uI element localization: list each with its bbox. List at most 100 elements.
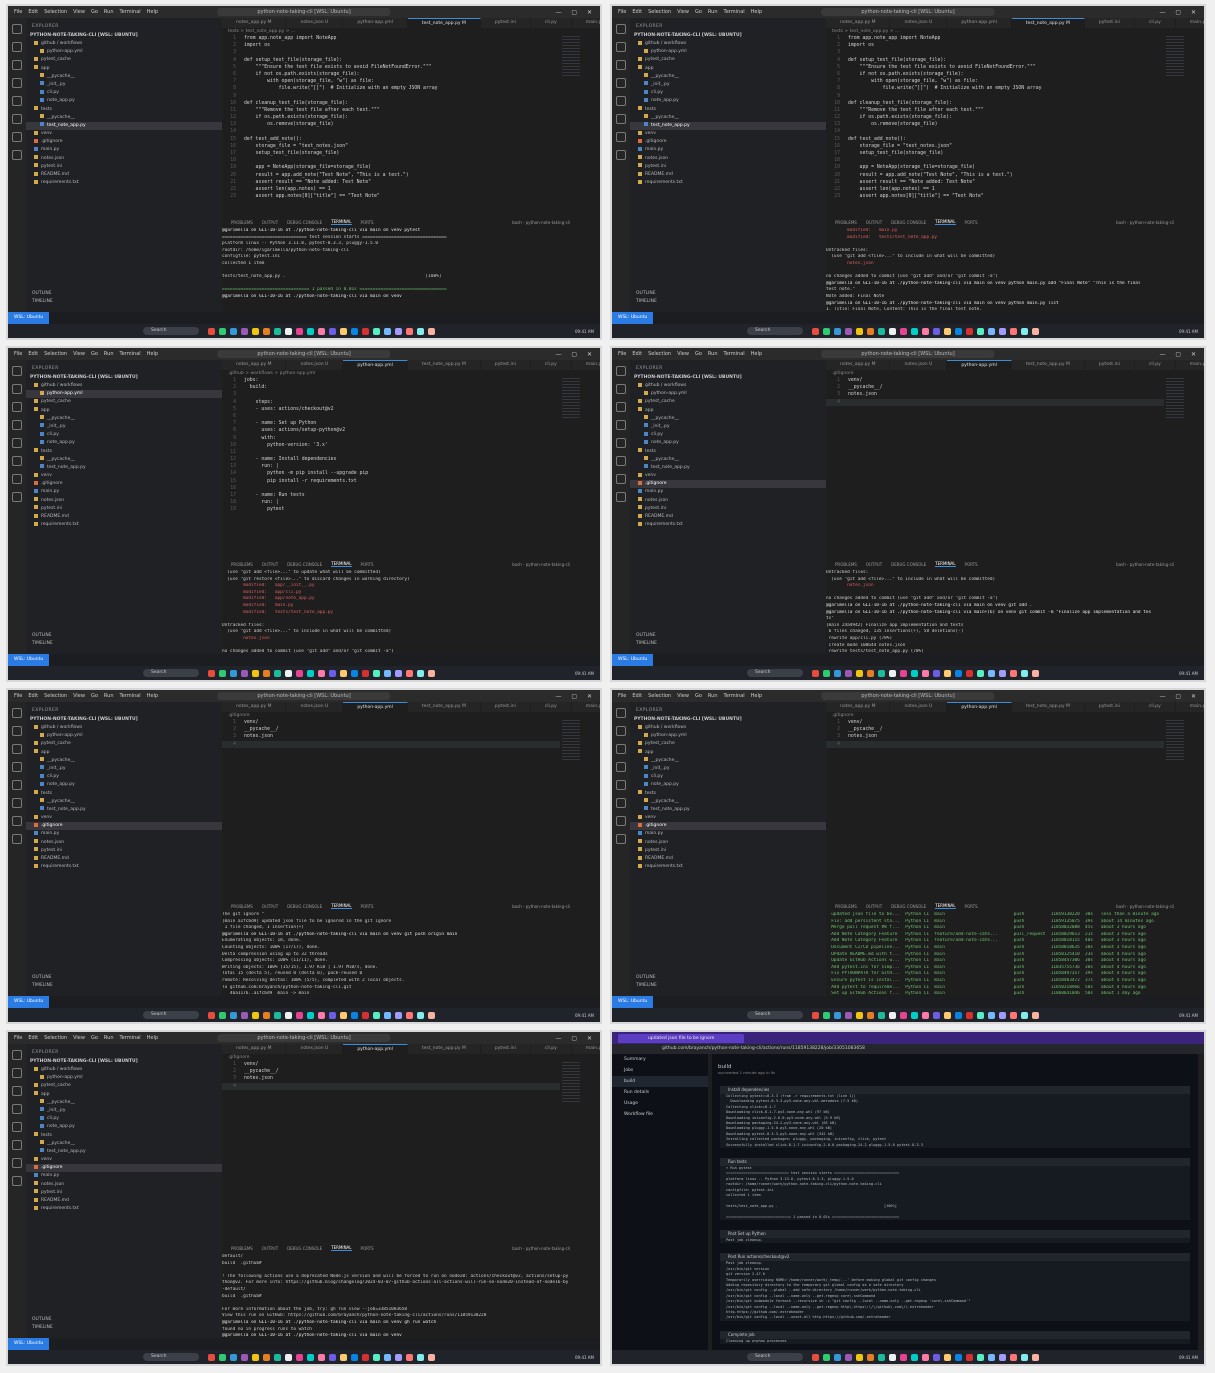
file-tree-item[interactable]: notes.json xyxy=(630,839,826,847)
panel-tab-ports[interactable]: PORTS xyxy=(361,1246,374,1251)
menu-item-view[interactable]: View xyxy=(677,9,689,15)
timeline-section[interactable]: TIMELINE xyxy=(32,982,216,990)
editor-tab[interactable]: pytest.ini xyxy=(1085,702,1135,712)
command-center-title[interactable]: python-note-taking-cli [WSL: Ubuntu] xyxy=(821,8,995,16)
editor-tab[interactable]: notes_app.py M xyxy=(826,18,891,28)
file-tree-item[interactable]: python-app.yml xyxy=(26,1074,222,1082)
taskbar-app-icon[interactable] xyxy=(241,327,248,335)
browser-tab[interactable]: updated json file to be ignore xyxy=(618,1033,745,1043)
timeline-section[interactable]: TIMELINE xyxy=(636,982,820,990)
file-tree-item[interactable]: venv xyxy=(26,130,222,138)
taskbar-app-icon[interactable] xyxy=(922,669,929,677)
terminal-shell-label[interactable]: bash - python-note-taking-cli xyxy=(1116,904,1174,909)
taskbar-app-icon[interactable] xyxy=(373,327,380,335)
file-tree-item[interactable]: github / workflows xyxy=(630,724,826,732)
taskbar-app-icon[interactable] xyxy=(241,1011,248,1019)
menu-item-terminal[interactable]: Terminal xyxy=(724,9,745,15)
taskbar-app-icon[interactable] xyxy=(417,1353,424,1361)
menu-item-file[interactable]: File xyxy=(14,9,22,15)
taskbar-app-icon[interactable] xyxy=(1010,1353,1017,1361)
panel-tab-problems[interactable]: PROBLEMS xyxy=(835,220,857,225)
terminal-shell-label[interactable]: bash - python-note-taking-cli xyxy=(512,904,570,909)
taskbar-app-icon[interactable] xyxy=(1010,1011,1017,1019)
taskbar-app-icon[interactable] xyxy=(911,327,918,335)
menu-item-go[interactable]: Go xyxy=(695,693,702,699)
menu-item-view[interactable]: View xyxy=(73,693,85,699)
editor-tab[interactable]: notes.json U xyxy=(286,360,344,370)
menu-item-run[interactable]: Run xyxy=(104,351,114,357)
file-tree-item[interactable]: main.py xyxy=(26,1172,222,1180)
menu-item-view[interactable]: View xyxy=(677,693,689,699)
file-tree-item[interactable]: pytest_cache xyxy=(26,740,222,748)
terminal-shell-label[interactable]: bash - python-note-taking-cli xyxy=(512,220,570,225)
source-control-icon[interactable] xyxy=(12,60,22,70)
editor-tab[interactable]: notes_app.py M xyxy=(826,360,891,370)
editor-tab[interactable]: python-app.yml xyxy=(947,702,1012,712)
menu-item-run[interactable]: Run xyxy=(104,9,114,15)
taskbar-app-icon[interactable] xyxy=(1021,1011,1028,1019)
file-tree-item[interactable]: cli.py xyxy=(26,431,222,439)
taskbar-app-icon[interactable] xyxy=(208,1011,215,1019)
search-icon[interactable] xyxy=(12,1068,22,1078)
docker-icon[interactable] xyxy=(12,1176,22,1186)
minimap[interactable] xyxy=(1166,720,1184,760)
taskbar-app-icon[interactable] xyxy=(362,669,369,677)
editor-tab[interactable]: python-app.yml xyxy=(343,1044,408,1054)
terminal-shell-label[interactable]: bash - python-note-taking-cli xyxy=(1116,220,1174,225)
menu-item-go[interactable]: Go xyxy=(91,351,98,357)
menu-item-go[interactable]: Go xyxy=(695,9,702,15)
file-tree-item[interactable]: tests xyxy=(630,790,826,798)
remote-indicator[interactable]: WSL: Ubuntu xyxy=(8,654,50,666)
editor-tab[interactable]: test_note_app.py M xyxy=(1012,702,1085,712)
taskbar-search[interactable]: Search xyxy=(747,1011,803,1019)
file-tree-item[interactable]: venv xyxy=(26,814,222,822)
taskbar-app-icon[interactable] xyxy=(944,669,951,677)
taskbar-app-icon[interactable] xyxy=(351,1011,358,1019)
menu-item-help[interactable]: Help xyxy=(147,1035,158,1041)
explorer-icon[interactable] xyxy=(12,1050,22,1060)
file-tree-item[interactable]: _init_.py xyxy=(26,81,222,89)
run-debug-icon[interactable] xyxy=(12,762,22,772)
file-tree-item[interactable]: python-app.yml xyxy=(630,732,826,740)
project-root[interactable]: PYTHON-NOTE-TAKING-CLI [WSL: UBUNTU] xyxy=(630,373,826,382)
minimap[interactable] xyxy=(1166,378,1184,418)
file-tree-item[interactable]: tests xyxy=(26,106,222,114)
file-tree-item[interactable]: __pycache__ xyxy=(26,798,222,806)
file-tree-item[interactable]: requirements.txt xyxy=(630,863,826,871)
taskbar-app-icon[interactable] xyxy=(988,1353,995,1361)
taskbar-app-icon[interactable] xyxy=(878,1011,885,1019)
command-center-title[interactable]: python-note-taking-cli [WSL: Ubuntu] xyxy=(821,692,995,700)
taskbar-app-icon[interactable] xyxy=(933,669,940,677)
file-tree-item[interactable]: tests xyxy=(26,790,222,798)
menu-item-edit[interactable]: Edit xyxy=(28,9,38,15)
taskbar-app-icon[interactable] xyxy=(933,327,940,335)
file-tree-item[interactable]: app xyxy=(26,407,222,415)
taskbar-app-icon[interactable] xyxy=(900,1353,907,1361)
editor-tab[interactable]: main.py xyxy=(1176,702,1204,712)
taskbar-app-icon[interactable] xyxy=(351,327,358,335)
taskbar-app-icon[interactable] xyxy=(922,1353,929,1361)
search-icon[interactable] xyxy=(616,384,626,394)
taskbar-app-icon[interactable] xyxy=(955,327,962,335)
editor-tab[interactable]: test_note_app.py M xyxy=(408,702,481,712)
panel-tab-terminal[interactable]: TERMINAL xyxy=(935,561,956,567)
taskbar-app-icon[interactable] xyxy=(417,1011,424,1019)
remote-indicator[interactable]: WSL: Ubuntu xyxy=(8,996,50,1008)
file-tree-item[interactable]: requirements.txt xyxy=(26,863,222,871)
file-tree-item[interactable]: notes.json xyxy=(630,497,826,505)
code-editor[interactable]: 1 jobs: 2 build: 3 4 steps: 5 - uses: actions… xyxy=(222,377,560,553)
file-tree-item[interactable]: cli.py xyxy=(630,89,826,97)
taskbar-app-icon[interactable] xyxy=(900,327,907,335)
taskbar-app-icon[interactable] xyxy=(1021,669,1028,677)
file-tree-item[interactable]: app xyxy=(630,65,826,73)
file-tree-item[interactable]: main.py xyxy=(26,146,222,154)
taskbar-app-icon[interactable] xyxy=(395,1353,402,1361)
menu-item-file[interactable]: File xyxy=(618,351,626,357)
taskbar-app-icon[interactable] xyxy=(823,327,830,335)
editor-tab[interactable]: pytest.ini xyxy=(481,18,531,28)
docker-icon[interactable] xyxy=(616,150,626,160)
taskbar-app-icon[interactable] xyxy=(263,327,270,335)
outline-section[interactable]: OUTLINE xyxy=(32,290,216,298)
panel-tab-terminal[interactable]: TERMINAL xyxy=(935,219,956,225)
editor-tab[interactable]: cli.py xyxy=(1135,702,1176,712)
